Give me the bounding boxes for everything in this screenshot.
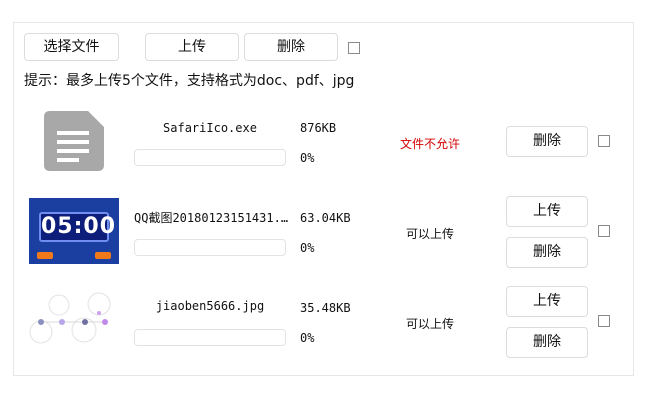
delete-file-button[interactable]: 删除 (506, 237, 588, 268)
upload-hint: 提示：最多上传5个文件，支持格式为doc、pdf、jpg (24, 73, 355, 89)
clock-image: 05:00 (29, 198, 119, 264)
clock-led (95, 252, 111, 259)
file-name: SafariIco.exe (163, 121, 257, 135)
upload-all-button[interactable]: 上传 (145, 33, 239, 61)
delete-file-button[interactable]: 删除 (506, 327, 588, 358)
file-status: 可以上传 (406, 227, 455, 241)
clock-led (37, 252, 53, 259)
file-name: QQ截图20180123151431.png (134, 211, 289, 225)
select-all-checkbox[interactable] (348, 42, 360, 54)
file-size: 35.48KB (300, 301, 351, 315)
file-size: 63.04KB (300, 211, 351, 225)
file-status: 文件不允许 (400, 137, 461, 151)
upload-file-button[interactable]: 上传 (506, 286, 588, 317)
file-checkbox[interactable] (598, 315, 610, 327)
file-checkbox[interactable] (598, 135, 610, 147)
progress-percent: 0% (300, 151, 315, 165)
diagram-image (29, 290, 119, 355)
clock-display: 05:00 (39, 212, 115, 242)
file-size: 876KB (300, 121, 337, 135)
file-name: jiaoben5666.jpg (155, 299, 265, 313)
progress-percent: 0% (300, 331, 315, 345)
select-file-button[interactable]: 选择文件 (24, 33, 119, 61)
document-icon (44, 111, 104, 171)
upload-file-button[interactable]: 上传 (506, 196, 588, 227)
progress-bar (134, 149, 286, 166)
delete-all-button[interactable]: 删除 (244, 33, 338, 61)
progress-bar (134, 239, 286, 256)
delete-file-button[interactable]: 删除 (506, 126, 588, 157)
progress-bar (134, 329, 286, 346)
file-status: 可以上传 (406, 317, 455, 331)
file-checkbox[interactable] (598, 225, 610, 237)
progress-percent: 0% (300, 241, 315, 255)
